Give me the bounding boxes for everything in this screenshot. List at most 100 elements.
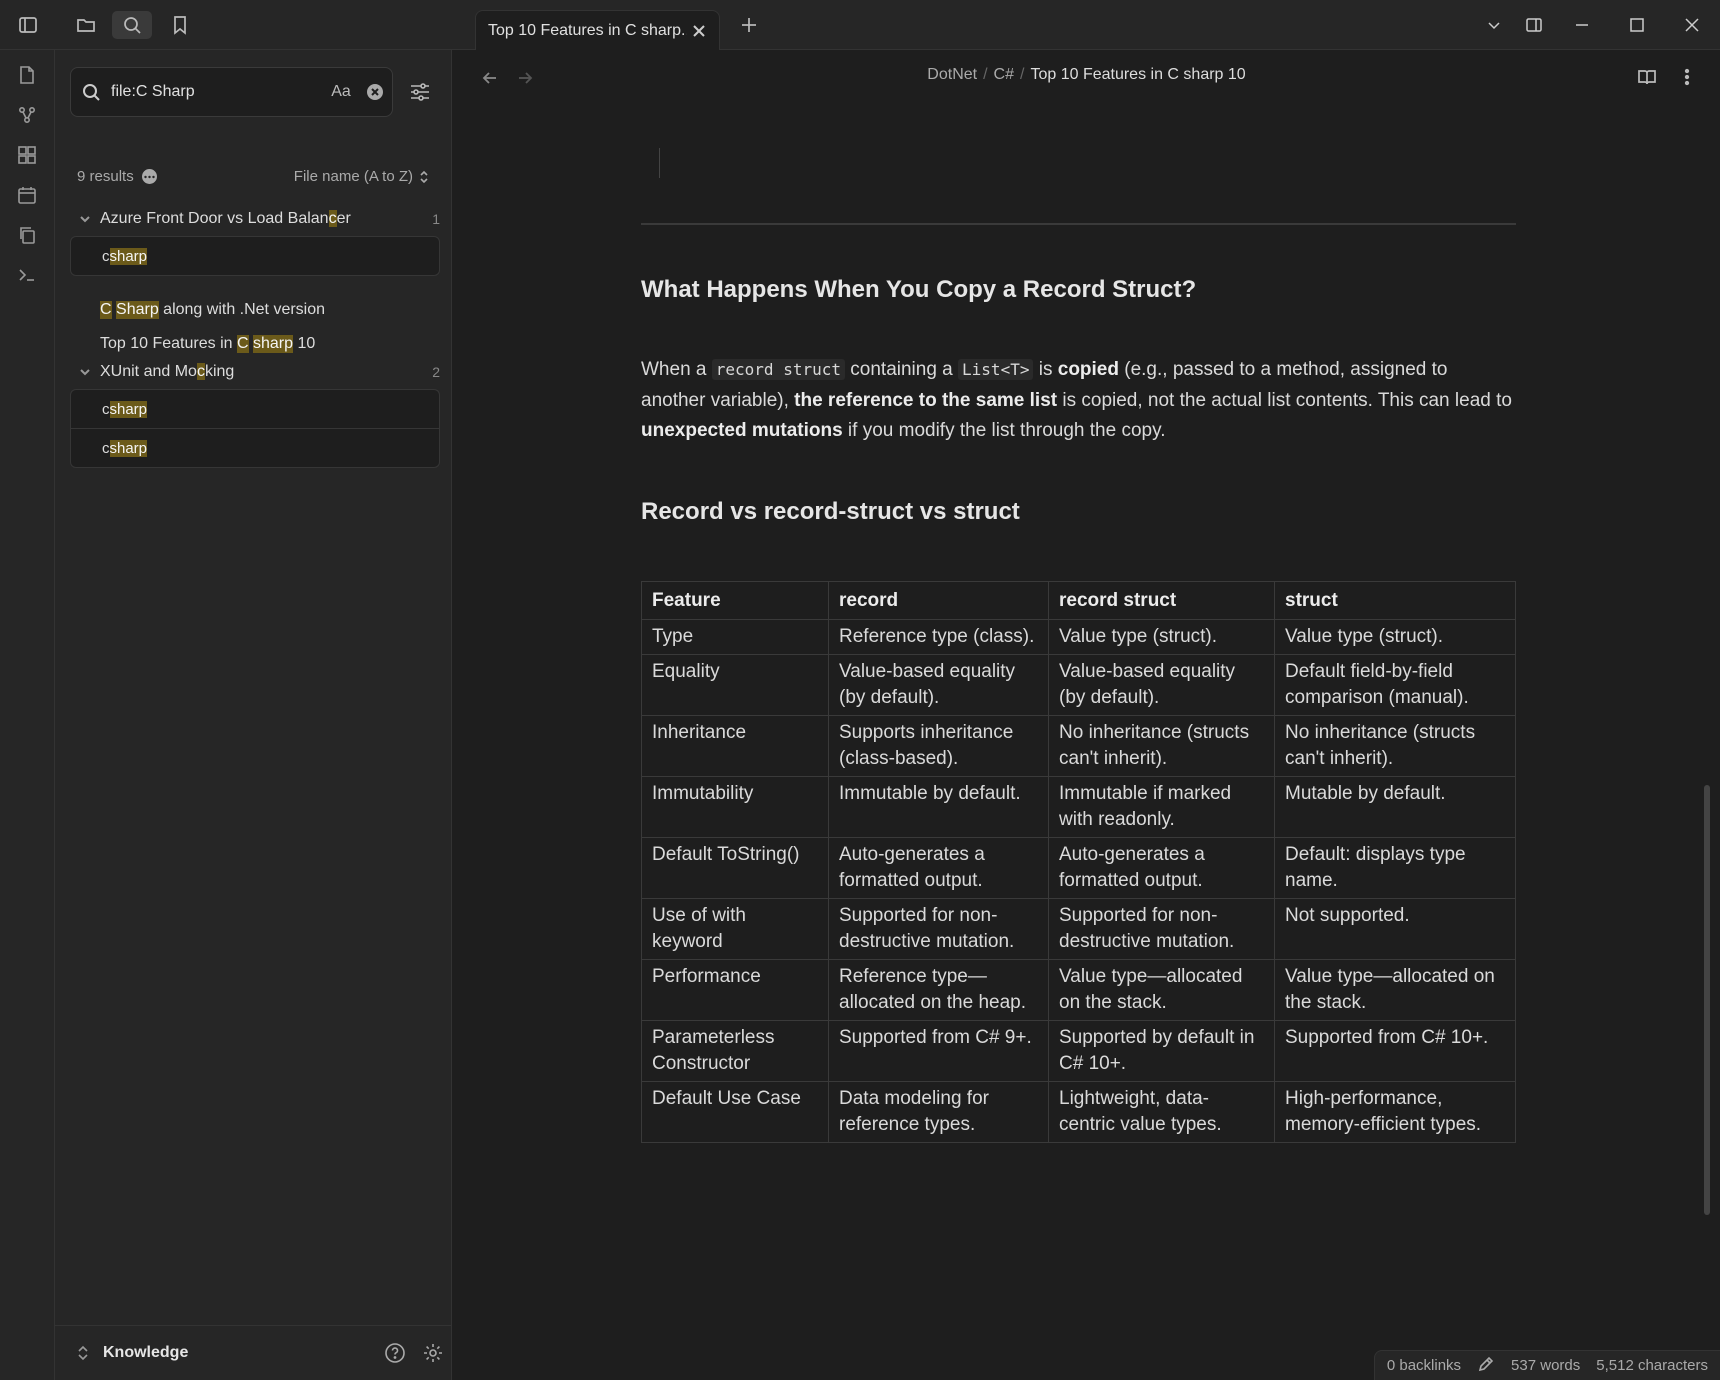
minimize-icon[interactable] bbox=[1568, 12, 1596, 38]
table-cell: Value-based equality (by default). bbox=[828, 654, 1049, 716]
folder-icon[interactable] bbox=[71, 11, 101, 39]
table-header-row: Feature record record struct struct bbox=[641, 581, 1516, 620]
table-header: record bbox=[828, 581, 1049, 620]
result-file-name: Azure Front Door vs Load Balancer bbox=[100, 210, 351, 227]
heading-comparison: Record vs record-struct vs struct bbox=[641, 498, 1020, 525]
tab-active-note[interactable]: Top 10 Features in C sharp... bbox=[475, 10, 720, 50]
table-row: Equality Value-based equality (by default… bbox=[641, 654, 1516, 716]
new-note-icon[interactable] bbox=[14, 62, 40, 88]
maximize-icon[interactable] bbox=[1623, 12, 1651, 38]
search-input[interactable] bbox=[111, 83, 324, 101]
reading-view-icon[interactable] bbox=[1634, 64, 1660, 90]
table-cell: Parameterless Constructor bbox=[641, 1020, 829, 1082]
graph-icon[interactable] bbox=[14, 102, 40, 128]
table-cell: Default field-by-field comparison (manua… bbox=[1274, 654, 1516, 716]
table-cell: Use of with keyword bbox=[641, 898, 829, 960]
canvas-icon[interactable] bbox=[14, 142, 40, 168]
table-cell: Reference type (class). bbox=[828, 619, 1049, 655]
result-file-azure[interactable]: Azure Front Door vs Load Balancer 1 bbox=[70, 203, 440, 235]
clear-search-icon[interactable] bbox=[358, 83, 392, 101]
search-panel: Aa 9 results File name (A to Z) Azure Fr… bbox=[55, 50, 452, 1380]
table-cell: Equality bbox=[641, 654, 829, 716]
table-cell: Auto-generates a formatted output. bbox=[828, 837, 1049, 899]
bookmark-icon[interactable] bbox=[165, 11, 195, 39]
table-header: record struct bbox=[1048, 581, 1275, 620]
table-cell: Inheritance bbox=[641, 715, 829, 777]
table-header: Feature bbox=[641, 581, 829, 620]
table-header: struct bbox=[1274, 581, 1516, 620]
table-cell: Supported from C# 10+. bbox=[1274, 1020, 1516, 1082]
chevron-down-icon[interactable] bbox=[70, 366, 100, 378]
sort-dropdown[interactable]: File name (A to Z) bbox=[294, 168, 429, 185]
match-count: 1 bbox=[432, 211, 440, 227]
search-match[interactable]: c sharp bbox=[70, 389, 440, 429]
backlinks-count[interactable]: 0 backlinks bbox=[1387, 1357, 1461, 1374]
new-tab-icon[interactable] bbox=[734, 11, 764, 39]
table-cell: Value type (struct). bbox=[1048, 619, 1275, 655]
vault-switch-icon[interactable] bbox=[73, 1345, 93, 1361]
breadcrumb-current[interactable]: Top 10 Features in C sharp 10 bbox=[1030, 66, 1245, 83]
sidebar-toggle-icon[interactable] bbox=[13, 11, 43, 39]
chevron-down-icon[interactable] bbox=[70, 213, 100, 225]
result-file-xunit[interactable]: XUnit and Mocking 2 bbox=[70, 356, 440, 388]
more-options-icon[interactable] bbox=[1674, 64, 1700, 90]
breadcrumb-item[interactable]: C# bbox=[994, 66, 1014, 83]
search-match[interactable]: c sharp bbox=[70, 428, 440, 468]
editor-pane: DotNet / C# / Top 10 Features in C sharp 10 … bbox=[453, 50, 1720, 1380]
search-match[interactable]: c sharp bbox=[70, 236, 440, 276]
table-cell: High-performance, memory-efficient types… bbox=[1274, 1081, 1516, 1143]
copy-icon[interactable] bbox=[14, 222, 40, 248]
result-file-top10[interactable]: Top 10 Features in C sharp 10 bbox=[100, 330, 315, 358]
word-count: 537 words bbox=[1511, 1357, 1581, 1374]
results-count: 9 results bbox=[77, 168, 157, 185]
match-count: 2 bbox=[432, 364, 440, 380]
results-count-label: 9 results bbox=[77, 168, 134, 185]
table-cell: Value type (struct). bbox=[1274, 619, 1516, 655]
close-icon[interactable] bbox=[687, 19, 711, 43]
calendar-icon[interactable] bbox=[14, 182, 40, 208]
table-cell: Performance bbox=[641, 959, 829, 1021]
result-file-csharp-net[interactable]: C Sharp along with .Net version bbox=[100, 296, 325, 324]
table-row: Default Use Case Data modeling for refere… bbox=[641, 1081, 1516, 1143]
table-cell: Immutability bbox=[641, 776, 829, 838]
table-row: Inheritance Supports inheritance (class-b… bbox=[641, 715, 1516, 777]
table-cell: Type bbox=[641, 619, 829, 655]
table-cell: Immutable by default. bbox=[828, 776, 1049, 838]
terminal-icon[interactable] bbox=[14, 262, 40, 288]
table-cell: Default ToString() bbox=[641, 837, 829, 899]
table-cell: Supported for non-destructive mutation. bbox=[1048, 898, 1275, 960]
sort-chevron-icon bbox=[420, 170, 428, 183]
heading-copy-record-struct: What Happens When You Copy a Record Stru… bbox=[641, 276, 1197, 303]
table-cell: Not supported. bbox=[1274, 898, 1516, 960]
chevron-down-icon[interactable] bbox=[1480, 12, 1508, 38]
table-cell: Supported from C# 9+. bbox=[828, 1020, 1049, 1082]
help-icon[interactable] bbox=[376, 1342, 414, 1364]
character-count: 5,512 characters bbox=[1596, 1357, 1708, 1374]
code-block-edge bbox=[659, 148, 660, 178]
scrollbar-thumb[interactable] bbox=[1704, 785, 1710, 1215]
title-bar: Top 10 Features in C sharp... bbox=[0, 0, 1720, 50]
table-cell: Supports inheritance (class-based). bbox=[828, 715, 1049, 777]
search-settings-icon[interactable] bbox=[405, 78, 435, 106]
window-close-icon[interactable] bbox=[1678, 12, 1706, 38]
table-cell: Immutable if marked with readonly. bbox=[1048, 776, 1275, 838]
edit-mode-icon[interactable] bbox=[1477, 1355, 1495, 1377]
gear-icon[interactable] bbox=[414, 1342, 452, 1364]
search-box: Aa bbox=[70, 67, 393, 117]
table-row: Default ToString() Auto-generates a forma… bbox=[641, 837, 1516, 899]
table-cell: Data modeling for reference types. bbox=[828, 1081, 1049, 1143]
table-cell: No inheritance (structs can't inherit). bbox=[1048, 715, 1275, 777]
table-cell: Value-based equality (by default). bbox=[1048, 654, 1275, 716]
paragraph-copy: When a record struct containing a List<T… bbox=[641, 359, 1512, 441]
more-options-icon[interactable] bbox=[141, 169, 157, 184]
table-cell: Mutable by default. bbox=[1274, 776, 1516, 838]
table-row: Use of with keyword Supported for non-des… bbox=[641, 898, 1516, 960]
breadcrumb-item[interactable]: DotNet bbox=[927, 66, 977, 83]
vault-name[interactable]: Knowledge bbox=[103, 1344, 376, 1362]
table-cell: Supported by default in C# 10+. bbox=[1048, 1020, 1275, 1082]
search-icon[interactable] bbox=[112, 11, 152, 39]
match-case-toggle[interactable]: Aa bbox=[324, 83, 358, 101]
split-view-icon[interactable] bbox=[1520, 12, 1548, 38]
table-cell: Auto-generates a formatted output. bbox=[1048, 837, 1275, 899]
table-cell: Value type—allocated on the stack. bbox=[1048, 959, 1275, 1021]
